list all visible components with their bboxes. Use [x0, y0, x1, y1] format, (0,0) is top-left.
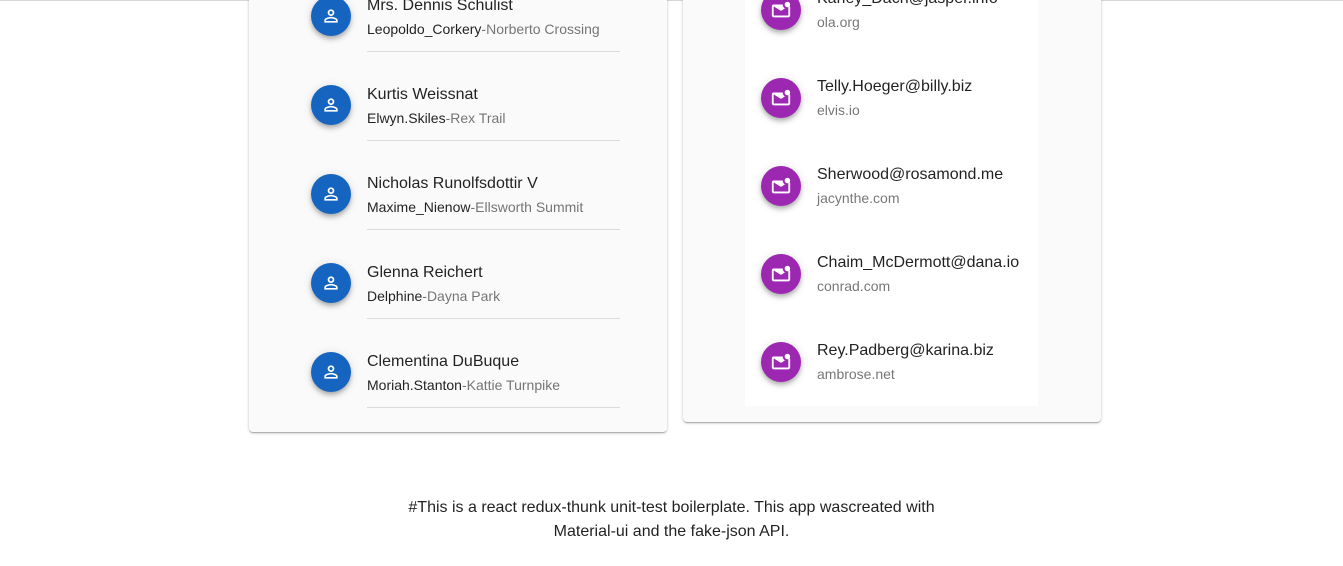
mail-icon	[761, 166, 801, 206]
person-icon	[311, 174, 351, 214]
user-username: Elwyn.Skiles	[367, 110, 446, 126]
user-username: Moriah.Stanton	[367, 377, 462, 393]
email-website: ola.org	[817, 14, 860, 30]
user-address: Elwyn.Skiles-Rex Trail	[367, 110, 506, 126]
user-list-item[interactable]: Nicholas Runolfsdottir V Maxime_Nienow-El…	[295, 141, 620, 230]
user-list-item[interactable]: Kurtis Weissnat Elwyn.Skiles-Rex Trail	[295, 52, 620, 141]
user-name: Glenna Reichert	[367, 264, 483, 281]
user-street: Ellsworth Summit	[475, 199, 584, 215]
person-icon	[311, 263, 351, 303]
email-website: elvis.io	[817, 102, 860, 118]
mail-icon	[761, 254, 801, 294]
email-list-item[interactable]: Karley_Dach@jasper.info ola.org	[745, 0, 1038, 59]
user-name: Kurtis Weissnat	[367, 86, 478, 103]
user-list-item[interactable]: Glenna Reichert Delphine-Dayna Park	[295, 230, 620, 319]
mail-icon	[761, 0, 801, 30]
users-list: Mrs. Dennis Schulist Leopoldo_Corkery-Nor…	[295, 0, 620, 416]
email-website: conrad.com	[817, 278, 891, 294]
email-address: Sherwood@rosamond.me	[817, 166, 1004, 183]
email-website: jacynthe.com	[817, 190, 900, 206]
email-address: Telly.Hoeger@billy.biz	[817, 78, 973, 95]
list-divider	[367, 407, 620, 408]
email-list-item[interactable]: Sherwood@rosamond.me jacynthe.com	[745, 147, 1038, 235]
email-address: Rey.Padberg@karina.biz	[817, 342, 994, 359]
mail-icon	[761, 78, 801, 118]
email-list-item[interactable]: Chaim_McDermott@dana.io conrad.com	[745, 235, 1038, 323]
emails-list: Karley_Dach@jasper.info ola.org Telly.Hoeg…	[745, 0, 1038, 406]
user-address: Leopoldo_Corkery-Norberto Crossing	[367, 21, 600, 37]
email-address: Chaim_McDermott@dana.io	[817, 254, 1020, 271]
user-street: Rex Trail	[450, 110, 506, 126]
mail-icon	[761, 342, 801, 382]
user-username: Maxime_Nienow	[367, 199, 471, 215]
user-name: Clementina DuBuque	[367, 353, 520, 370]
email-list-item[interactable]: Telly.Hoeger@billy.biz elvis.io	[745, 59, 1038, 147]
footer-line-1: #This is a react redux-thunk unit-test b…	[408, 499, 935, 516]
user-address: Moriah.Stanton-Kattie Turnpike	[367, 377, 560, 393]
person-icon	[311, 352, 351, 392]
user-street: Kattie Turnpike	[466, 377, 561, 393]
footer-line-2: Material-ui and the fake-json API.	[553, 523, 790, 540]
person-icon	[311, 0, 351, 36]
user-list-item[interactable]: Clementina DuBuque Moriah.Stanton-Kattie …	[295, 319, 620, 408]
user-address: Maxime_Nienow-Ellsworth Summit	[367, 199, 583, 215]
user-list-item[interactable]: Mrs. Dennis Schulist Leopoldo_Corkery-Nor…	[295, 0, 620, 52]
email-address: Karley_Dach@jasper.info	[817, 0, 998, 8]
user-username: Delphine	[367, 288, 423, 304]
email-website: ambrose.net	[817, 366, 895, 382]
user-username: Leopoldo_Corkery	[367, 21, 482, 37]
email-list-item[interactable]: Rey.Padberg@karina.biz ambrose.net	[745, 323, 1038, 411]
page-top-border	[0, 0, 1343, 1]
user-name: Mrs. Dennis Schulist	[367, 0, 513, 14]
user-street: Norberto Crossing	[486, 21, 600, 37]
footer-note: #This is a react redux-thunk unit-test b…	[0, 496, 1343, 544]
user-street: Dayna Park	[426, 288, 501, 304]
user-address: Delphine-Dayna Park	[367, 288, 500, 304]
person-icon	[311, 85, 351, 125]
user-name: Nicholas Runolfsdottir V	[367, 175, 538, 192]
